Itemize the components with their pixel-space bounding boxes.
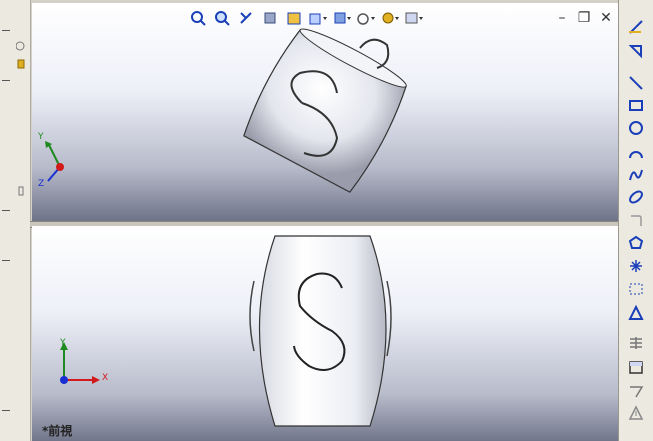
heads-up-view-toolbar [188,8,424,28]
axis-x-label: X [102,373,109,383]
trim-icon[interactable] [623,380,649,402]
axis-y-label: Y [60,338,66,348]
view-settings-icon[interactable] [404,9,424,27]
hide-show-items-icon[interactable] [332,9,352,27]
polygon-icon[interactable] [623,232,649,254]
window-controls: – ❐ ✕ [555,10,613,26]
ellipse-icon[interactable] [623,186,649,208]
zoom-area-icon[interactable] [212,9,232,27]
viewport-top[interactable]: Y Z [32,3,619,221]
strip-tick [2,260,10,261]
text-icon[interactable] [623,302,649,324]
centerline-icon[interactable] [623,278,649,300]
line-icon[interactable] [623,72,649,94]
model-isometric-view [243,28,407,193]
model-front-view [249,235,392,427]
smart-dimension-icon[interactable] [623,40,649,62]
previous-view-icon[interactable] [236,9,256,27]
zoom-to-fit-icon[interactable] [188,9,208,27]
panel-marker-icon [16,185,26,197]
spline-icon[interactable] [623,164,649,186]
view-orientation-icon[interactable] [284,9,304,27]
sketch-toolbar [618,0,653,441]
restore-button[interactable]: ❐ [577,10,591,26]
strip-tick [2,210,10,211]
edit-appearance-icon[interactable] [356,9,376,27]
close-button[interactable]: ✕ [599,10,613,26]
circle-icon[interactable] [623,117,649,139]
sketch-icon[interactable] [623,16,649,38]
convert-entities-icon[interactable] [623,332,649,354]
minimize-button[interactable]: – [555,10,569,26]
arc-icon[interactable] [623,142,649,164]
apply-scene-icon[interactable] [380,9,400,27]
mirror-icon[interactable] [623,402,649,424]
pencil-icon[interactable] [16,58,26,70]
axis-z-label: Z [38,179,45,189]
strip-tick [2,80,10,81]
rectangle-icon[interactable] [623,94,649,116]
strip-tick [2,410,10,411]
collapse-arrow-icon[interactable] [16,40,26,52]
section-view-icon[interactable] [260,9,280,27]
view-name-label: *前視 [42,424,73,438]
display-style-icon[interactable] [308,9,328,27]
fillet-icon[interactable] [623,210,649,232]
viewport-bottom[interactable]: Y X [32,226,619,441]
point-icon[interactable] [623,255,649,277]
strip-tick [2,30,10,31]
left-panel-strip [0,0,31,441]
axis-y-label: Y [38,132,44,142]
offset-entities-icon[interactable] [623,356,649,378]
